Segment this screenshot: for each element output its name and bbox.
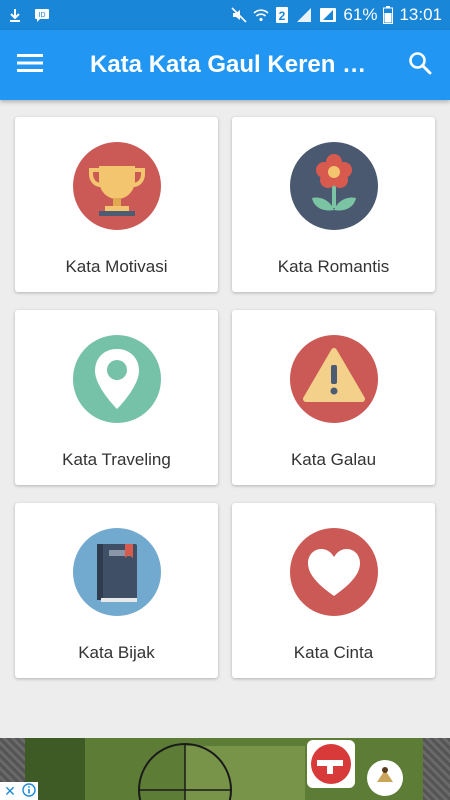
warning-icon [289,335,378,423]
location-pin-icon [72,335,161,423]
signal-2-icon [319,7,337,23]
ad-close-button[interactable]: ✕ [0,782,20,800]
category-card-romantis[interactable]: Kata Romantis [232,117,435,292]
wifi-icon [253,7,269,23]
status-bar: ID 2 61% 13:01 [0,0,450,30]
info-icon [22,782,36,800]
download-icon [8,8,22,22]
book-icon [72,528,161,616]
svg-text:ID: ID [39,12,46,19]
flower-icon [289,142,378,230]
ad-image[interactable] [25,738,423,800]
category-card-bijak[interactable]: Kata Bijak [15,503,218,678]
category-label: Kata Bijak [78,643,155,662]
clock: 13:01 [399,5,442,24]
menu-button[interactable] [0,30,60,100]
battery-icon [383,6,394,24]
ad-info-button[interactable] [20,782,38,800]
category-label: Kata Galau [290,450,377,469]
category-card-motivasi[interactable]: Kata Motivasi [15,117,218,292]
category-label: Kata Romantis [277,257,390,276]
category-card-traveling[interactable]: Kata Traveling [15,310,218,485]
search-button[interactable] [390,30,450,100]
sim-number: 2 [279,9,286,23]
mute-icon [231,7,247,23]
search-icon [408,51,432,79]
ad-banner[interactable] [0,738,450,800]
battery-percent: 61% [343,5,378,24]
signal-icon [295,7,313,23]
message-icon: ID [34,8,50,22]
hamburger-menu-icon [17,53,43,77]
category-grid: Kata Motivasi Kata Romantis Kata Traveli… [15,117,435,678]
app-title: Kata Kata Gaul Keren K... [90,51,375,78]
category-label: Kata Traveling [62,450,171,469]
ad-border-right [423,738,450,800]
app-bar: Kata Kata Gaul Keren K... [0,30,450,100]
category-label: Kata Motivasi [65,257,168,276]
sim-icon: 2 [275,6,289,24]
category-card-galau[interactable]: Kata Galau [232,310,435,485]
category-label: Kata Cinta [293,643,374,662]
category-card-cinta[interactable]: Kata Cinta [232,503,435,678]
trophy-icon [72,142,161,230]
heart-icon [289,528,378,616]
